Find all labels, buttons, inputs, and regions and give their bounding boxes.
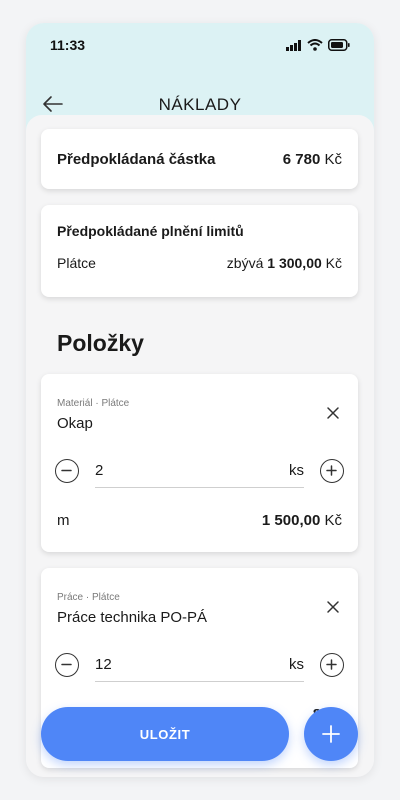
minus-circle-icon <box>61 663 72 666</box>
item-meta: Materiál · Plátce <box>57 398 130 409</box>
decrease-quantity-button[interactable] <box>55 653 79 677</box>
item-name: Práce technika PO-PÁ <box>57 609 208 626</box>
estimated-amount-label: Předpokládaná částka <box>57 150 216 168</box>
remaining-amount: zbývá 1 300,00 Kč <box>227 255 342 271</box>
item-price: 1 500,00 Kč <box>262 512 342 529</box>
remaining-currency: Kč <box>325 255 342 271</box>
increase-quantity-button[interactable] <box>320 459 344 483</box>
remove-item-button[interactable] <box>326 600 340 614</box>
status-icons <box>286 39 350 51</box>
remove-item-button[interactable] <box>326 406 340 420</box>
decrease-quantity-button[interactable] <box>55 459 79 483</box>
add-item-button[interactable] <box>304 707 358 761</box>
payer-label: Plátce <box>57 255 96 271</box>
plus-circle-icon <box>326 659 337 670</box>
limits-card: Předpokládané plnění limitů Plátce zbývá… <box>41 205 358 297</box>
battery-icon <box>328 39 350 51</box>
item-card: Materiál · Plátce Okap 2 ks m 1 500,00 K… <box>41 374 358 552</box>
page-title: NÁKLADY <box>158 95 242 114</box>
content-area: Předpokládaná částka 6 780 Kč Předpoklád… <box>26 115 374 777</box>
quantity-value: 2 <box>95 462 104 479</box>
remaining-value: 1 300,00 <box>267 255 322 271</box>
close-icon <box>327 407 339 419</box>
estimated-amount-currency: Kč <box>324 150 342 168</box>
item-meta: Práce · Plátce <box>57 592 120 603</box>
quantity-stepper: 12 ks <box>55 652 344 682</box>
save-button[interactable]: ULOŽIT <box>41 707 289 761</box>
item-price-currency: Kč <box>324 512 342 529</box>
quantity-unit: ks <box>289 656 304 673</box>
quantity-field[interactable]: 12 ks <box>95 652 304 682</box>
plus-circle-icon <box>326 465 337 476</box>
estimated-amount-value: 6 780 <box>282 150 321 168</box>
quantity-value: 12 <box>95 656 112 673</box>
remaining-prefix: zbývá <box>226 255 264 271</box>
status-time: 11:33 <box>50 37 86 53</box>
minus-circle-icon <box>61 469 72 472</box>
item-price-value: 1 500,00 <box>261 512 321 529</box>
limits-title: Předpokládané plnění limitů <box>57 223 244 239</box>
item-price-row: m 1 500,00 Kč <box>57 512 342 529</box>
plus-icon <box>322 725 340 743</box>
price-unit: m <box>57 512 70 529</box>
signal-icon <box>286 39 301 51</box>
increase-quantity-button[interactable] <box>320 653 344 677</box>
wifi-icon <box>307 39 323 51</box>
estimated-amount: 6 780 Kč <box>283 151 342 168</box>
phone-screen: 11:33 NÁKLADY Předpokládaná částka 6 780… <box>26 23 374 777</box>
status-bar: 11:33 <box>26 23 374 67</box>
limits-row: Plátce zbývá 1 300,00 Kč <box>57 255 342 271</box>
quantity-field[interactable]: 2 ks <box>95 458 304 488</box>
estimated-amount-card: Předpokládaná částka 6 780 Kč <box>41 129 358 189</box>
quantity-stepper: 2 ks <box>55 458 344 488</box>
items-section-title: Položky <box>57 330 144 356</box>
quantity-unit: ks <box>289 462 304 479</box>
item-name: Okap <box>57 415 93 432</box>
close-icon <box>327 601 339 613</box>
